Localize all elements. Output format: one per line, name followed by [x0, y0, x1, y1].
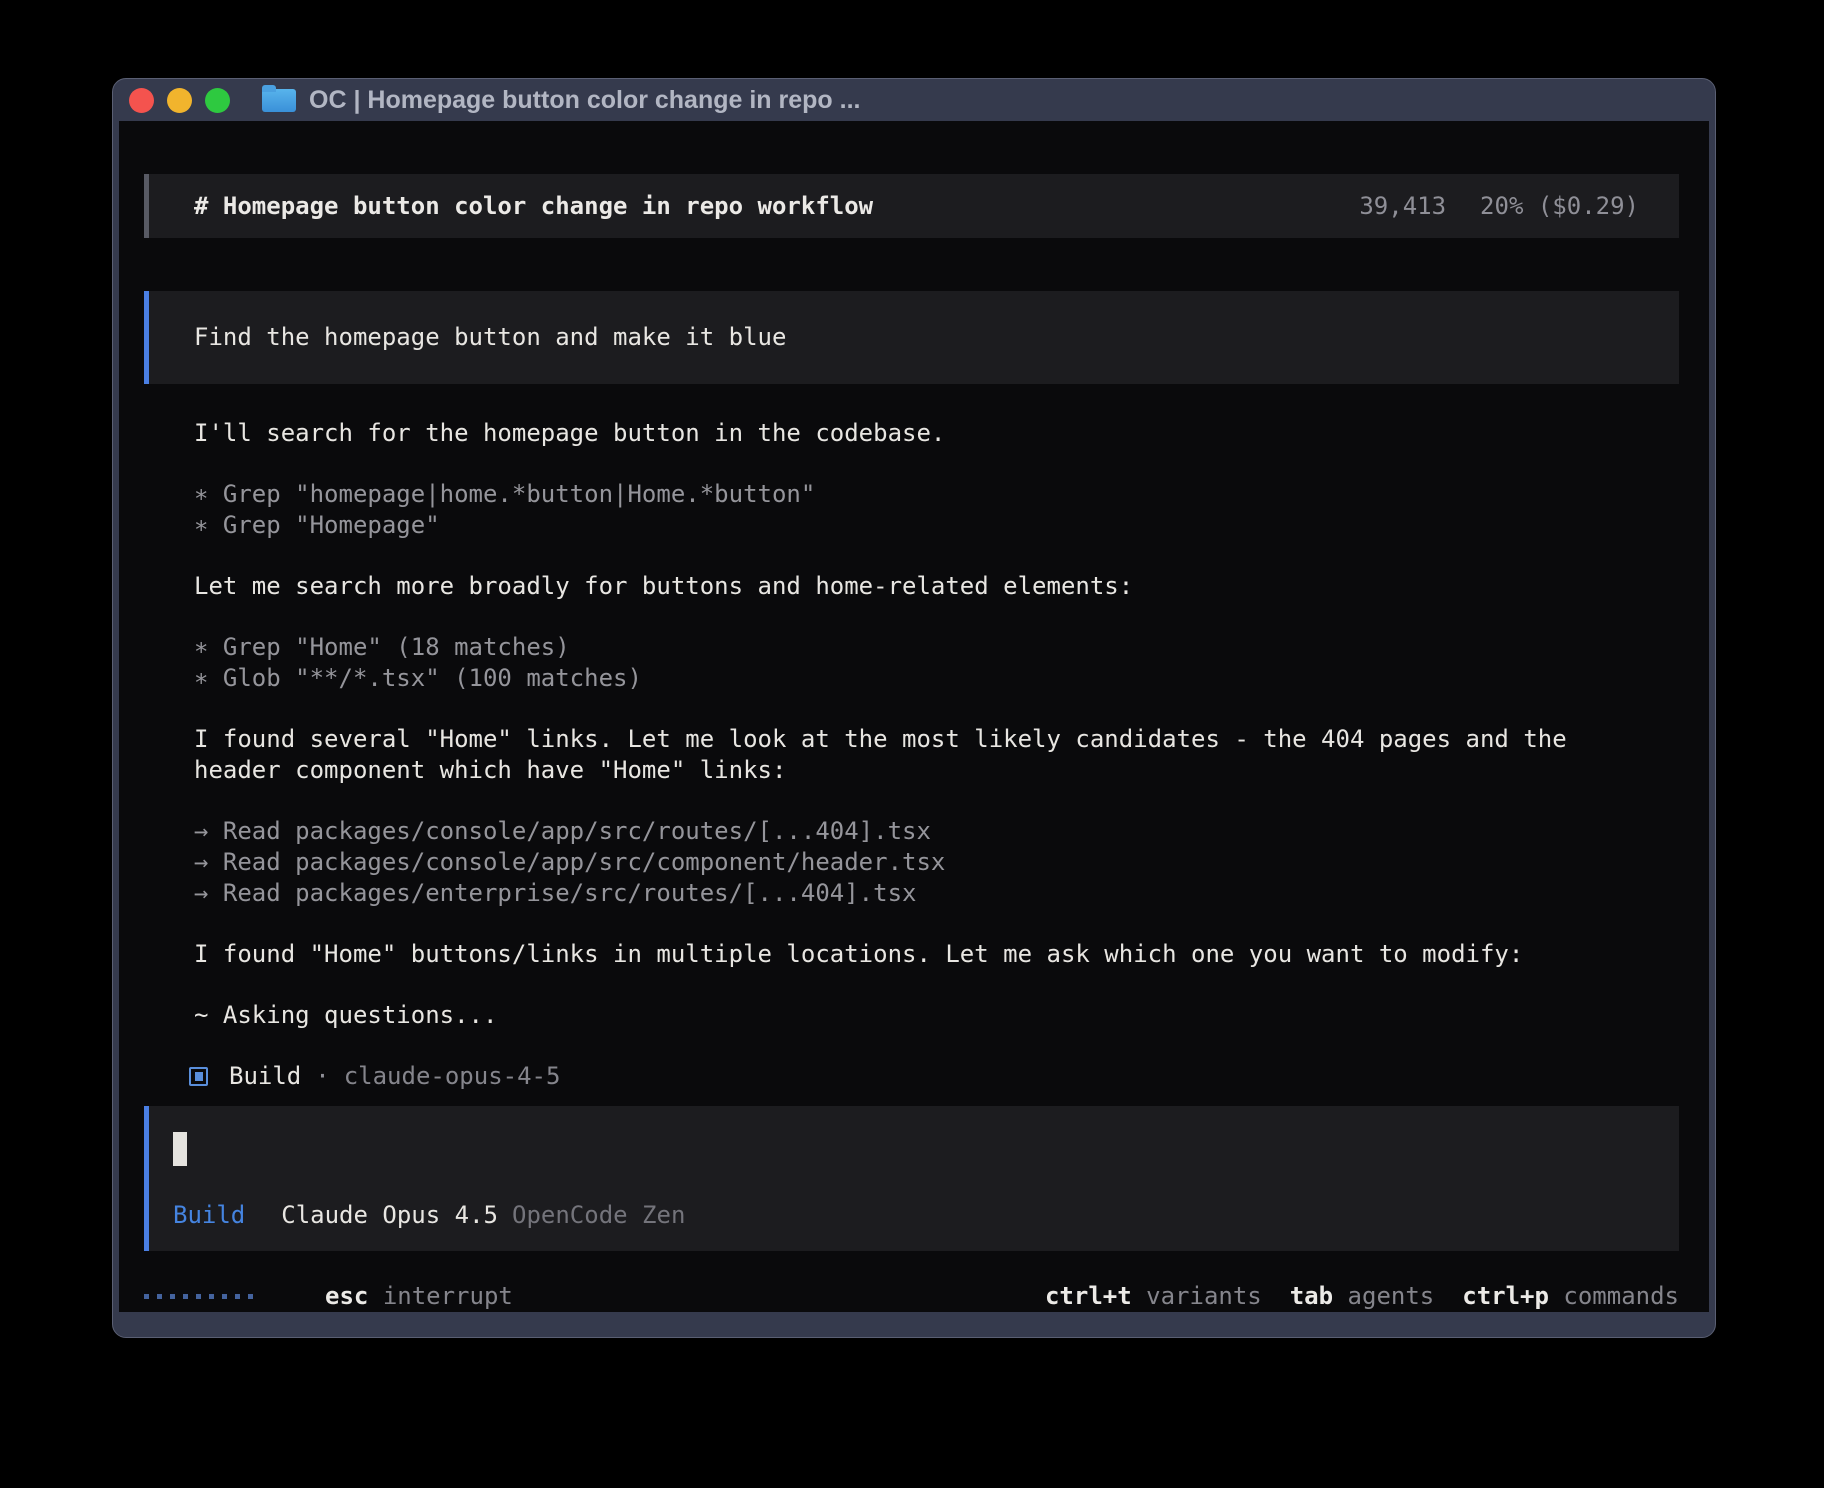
input-model-label[interactable]: Claude Opus 4.5: [281, 1200, 498, 1231]
agent-name: Build: [229, 1061, 301, 1092]
user-message-text: Find the homepage button and make it blu…: [194, 322, 1634, 353]
terminal-window: OC | Homepage button color change in rep…: [112, 78, 1716, 1338]
status-bar: esc interrupt ctrl+t variants tab agents…: [144, 1281, 1679, 1312]
tool-call-read: → Read packages/console/app/src/componen…: [194, 847, 1594, 878]
active-agent-icon: [189, 1067, 208, 1086]
esc-label: interrupt: [383, 1282, 513, 1310]
assistant-text: I found several "Home" links. Let me loo…: [194, 724, 1594, 786]
tool-calls: ∗ Grep "homepage|home.*button|Home.*butt…: [144, 479, 1679, 541]
prompt-input[interactable]: Build Claude Opus 4.5 OpenCode Zen: [144, 1106, 1679, 1251]
assistant-text: Let me search more broadly for buttons a…: [194, 571, 1594, 602]
terminal-content: # Homepage button color change in repo w…: [119, 121, 1709, 1312]
tool-calls: → Read packages/console/app/src/routes/[…: [144, 816, 1679, 909]
close-button[interactable]: [129, 88, 154, 113]
minimize-button[interactable]: [167, 88, 192, 113]
input-footer: Build Claude Opus 4.5 OpenCode Zen: [173, 1200, 1655, 1231]
assistant-text: I'll search for the homepage button in t…: [194, 418, 1594, 449]
working-status-text: ~ Asking questions...: [194, 1000, 1594, 1031]
input-provider-label: OpenCode Zen: [512, 1200, 685, 1231]
assistant-text: I found "Home" buttons/links in multiple…: [194, 939, 1594, 970]
folder-icon: [262, 89, 296, 112]
tool-call-read: → Read packages/enterprise/src/routes/[.…: [194, 878, 1594, 909]
shortcut-hints: ctrl+t variants tab agents ctrl+p comman…: [1045, 1281, 1679, 1312]
session-title: # Homepage button color change in repo w…: [194, 192, 873, 220]
tool-call-grep: ∗ Grep "homepage|home.*button|Home.*butt…: [194, 479, 1594, 510]
shortcut-variants: ctrl+t variants: [1045, 1281, 1262, 1312]
traffic-lights: [129, 88, 230, 113]
tool-call-grep: ∗ Grep "Homepage": [194, 510, 1594, 541]
separator-dot: ·: [315, 1061, 329, 1092]
zoom-button[interactable]: [205, 88, 230, 113]
input-agent-label[interactable]: Build: [173, 1200, 245, 1231]
shortcut-agents: tab agents: [1290, 1281, 1435, 1312]
window-title: OC | Homepage button color change in rep…: [309, 86, 860, 115]
working-status: ~ Asking questions...: [144, 1000, 1679, 1031]
esc-key: esc: [325, 1282, 368, 1310]
assistant-message: Let me search more broadly for buttons a…: [144, 571, 1679, 602]
session-header: # Homepage button color change in repo w…: [144, 174, 1679, 238]
assistant-message: I found several "Home" links. Let me loo…: [144, 724, 1679, 786]
assistant-message: I'll search for the homepage button in t…: [144, 418, 1679, 449]
tool-calls: ∗ Grep "Home" (18 matches) ∗ Glob "**/*.…: [144, 632, 1679, 694]
context-usage: 20% ($0.29): [1480, 192, 1639, 220]
text-cursor: [173, 1132, 187, 1166]
agent-status-row: Build · claude-opus-4-5: [189, 1061, 1679, 1092]
shortcut-commands: ctrl+p commands: [1462, 1281, 1679, 1312]
token-count: 39,413: [1359, 192, 1446, 220]
window-titlebar[interactable]: OC | Homepage button color change in rep…: [113, 79, 1715, 121]
shortcut-interrupt: esc interrupt: [325, 1281, 513, 1312]
tool-call-glob: ∗ Glob "**/*.tsx" (100 matches): [194, 663, 1594, 694]
session-stats: 39,413 20% ($0.29): [1359, 192, 1639, 220]
user-message: Find the homepage button and make it blu…: [144, 291, 1679, 384]
tool-call-grep: ∗ Grep "Home" (18 matches): [194, 632, 1594, 663]
progress-dots: [144, 1294, 253, 1299]
assistant-message: I found "Home" buttons/links in multiple…: [144, 939, 1679, 970]
agent-model: claude-opus-4-5: [344, 1061, 561, 1092]
tool-call-read: → Read packages/console/app/src/routes/[…: [194, 816, 1594, 847]
